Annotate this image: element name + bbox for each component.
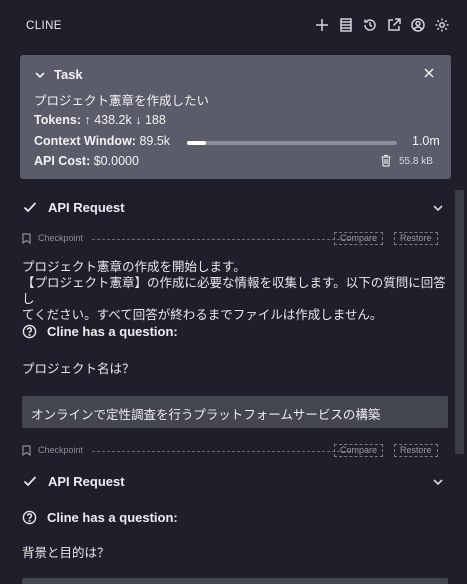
close-icon bbox=[424, 68, 434, 78]
check-icon bbox=[23, 476, 37, 487]
context-label: Context Window: bbox=[34, 134, 136, 148]
question-text-2: 背景と目的は？ bbox=[22, 546, 110, 560]
scrollbar[interactable] bbox=[455, 190, 464, 454]
bookmark-icon bbox=[22, 445, 32, 457]
question-header-2: Cline has a question: bbox=[22, 510, 178, 525]
checkpoint-divider bbox=[92, 451, 350, 452]
question-label: Cline has a question: bbox=[47, 324, 178, 339]
checkpoint-divider bbox=[92, 239, 350, 240]
plus-icon[interactable] bbox=[313, 16, 331, 34]
history-list-icon[interactable] bbox=[337, 16, 355, 34]
trash-icon[interactable] bbox=[380, 154, 392, 167]
account-icon[interactable] bbox=[409, 16, 427, 34]
bookmark-icon bbox=[22, 233, 32, 245]
api-request-label: API Request bbox=[48, 199, 125, 215]
user-answer-2 bbox=[22, 578, 448, 584]
user-answer-1: オンラインで定性調査を行うプラットフォームサービスの構築 bbox=[22, 396, 448, 428]
tokens-label: Tokens: bbox=[34, 113, 81, 127]
task-panel: Task プロジェクト憲章を作成したい Tokens: ↑ 438.2k ↓ 1… bbox=[20, 55, 451, 179]
task-size: 55.8 kB bbox=[399, 156, 433, 167]
app-title: CLINE bbox=[26, 20, 62, 32]
context-progress-fill bbox=[187, 141, 206, 145]
compare-button[interactable]: Compare bbox=[334, 444, 384, 457]
close-task-button[interactable] bbox=[423, 67, 437, 81]
question-icon bbox=[22, 324, 37, 339]
message-line: てください。すべて回答が終わるまでファイルは作成しません。 bbox=[22, 308, 383, 322]
tokens-row: Tokens: ↑ 438.2k ↓ 188 bbox=[34, 113, 166, 127]
api-cost-value: $0.0000 bbox=[93, 154, 139, 168]
toolbar-icons bbox=[313, 16, 451, 34]
checkpoint-2: Checkpoint Compare Restore bbox=[22, 444, 442, 458]
assistant-message-1: プロジェクト憲章の作成を開始します。 【プロジェクト憲章】の作成に必要な情報を収… bbox=[22, 259, 447, 323]
question-label: Cline has a question: bbox=[47, 510, 178, 525]
api-cost-label: API Cost: bbox=[34, 154, 91, 168]
api-request-label: API Request bbox=[48, 473, 125, 489]
task-header[interactable]: Task bbox=[34, 67, 83, 82]
context-progress-bar bbox=[187, 141, 397, 145]
task-description: プロジェクト憲章を作成したい bbox=[34, 94, 210, 108]
context-max: 1.0m bbox=[412, 134, 440, 148]
question-header-1: Cline has a question: bbox=[22, 324, 178, 339]
compare-button[interactable]: Compare bbox=[334, 232, 384, 245]
restore-button[interactable]: Restore bbox=[394, 444, 438, 457]
message-line: プロジェクト憲章の作成を開始します。 bbox=[22, 260, 246, 274]
message-line: 【プロジェクト憲章】の作成に必要な情報を収集します。以下の質問に回答し bbox=[22, 276, 446, 306]
api-request-2[interactable]: API Request bbox=[22, 473, 125, 489]
popout-icon[interactable] bbox=[385, 16, 403, 34]
question-icon bbox=[22, 510, 37, 525]
task-label: Task bbox=[54, 67, 83, 82]
tokens-down: ↓ 188 bbox=[135, 113, 166, 127]
api-cost-row: API Cost: $0.0000 bbox=[34, 154, 139, 168]
restore-button[interactable]: Restore bbox=[394, 232, 438, 245]
history-icon[interactable] bbox=[361, 16, 379, 34]
chevron-down-icon[interactable] bbox=[432, 202, 446, 216]
api-request-1[interactable]: API Request bbox=[22, 199, 125, 215]
tokens-up: ↑ 438.2k bbox=[84, 113, 132, 127]
context-window-row: Context Window: 89.5k bbox=[34, 134, 170, 148]
checkpoint-1: Checkpoint Compare Restore bbox=[22, 232, 442, 246]
chevron-down-icon bbox=[35, 71, 45, 78]
top-bar: CLINE bbox=[0, 0, 467, 48]
checkpoint-label: Checkpoint bbox=[38, 233, 84, 243]
settings-icon[interactable] bbox=[433, 16, 451, 34]
question-text-1: プロジェクト名は？ bbox=[22, 362, 135, 376]
checkpoint-label: Checkpoint bbox=[38, 445, 84, 455]
chevron-down-icon[interactable] bbox=[432, 476, 446, 490]
check-icon bbox=[23, 202, 37, 213]
context-used: 89.5k bbox=[139, 134, 171, 148]
